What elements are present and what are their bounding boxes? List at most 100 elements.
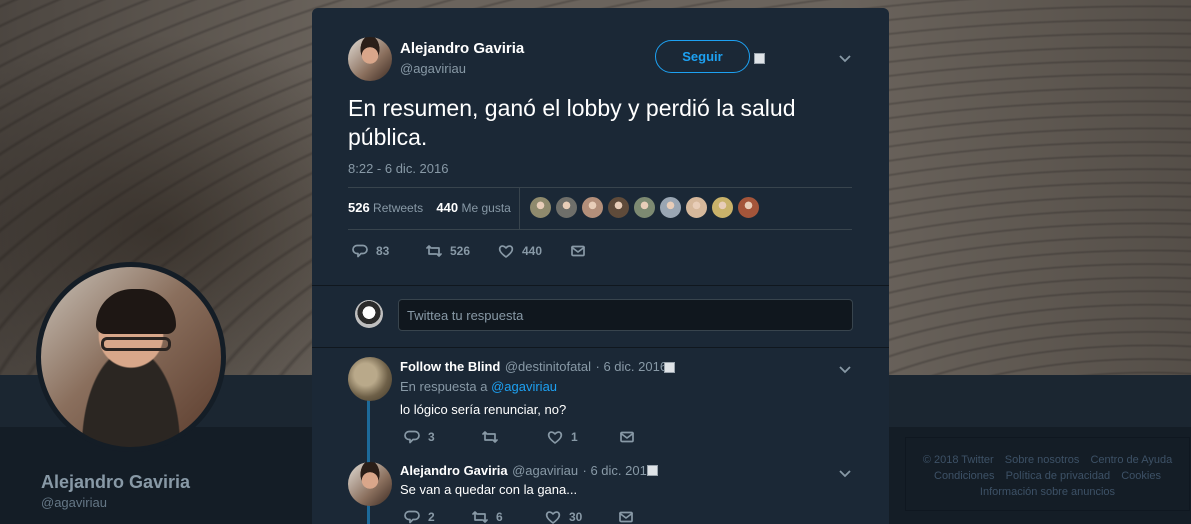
like-action[interactable]: 1 <box>547 429 619 445</box>
liker-avatar[interactable] <box>555 196 578 219</box>
heart-icon <box>498 245 514 258</box>
liker-avatar[interactable] <box>581 196 604 219</box>
reply-to-handle-link[interactable]: @agaviriau <box>491 379 557 394</box>
like-action[interactable]: 440 <box>498 243 570 259</box>
retweet-icon <box>472 511 488 523</box>
reply-action[interactable]: 2 <box>404 509 472 524</box>
direct-message-action[interactable] <box>618 509 634 524</box>
retweet-action[interactable]: 6 <box>472 509 545 524</box>
likers-avatars <box>529 196 760 219</box>
thread-line <box>367 400 370 470</box>
tweet-text: En resumen, ganó el lobby y perdió la sa… <box>348 95 796 150</box>
envelope-icon <box>619 511 633 523</box>
author-avatar[interactable] <box>348 37 392 81</box>
broken-image-icon <box>647 465 658 476</box>
reply-author-avatar[interactable] <box>348 357 392 401</box>
retweets-count: 526 <box>348 200 370 215</box>
replies-separator <box>312 347 889 348</box>
direct-message-action[interactable] <box>619 429 635 445</box>
retweet-count: 526 <box>450 244 471 258</box>
reply-icon <box>352 244 368 258</box>
chevron-down-icon[interactable] <box>839 467 851 481</box>
tweet-stats: 526 Retweets 440 Me gusta <box>348 200 511 215</box>
reply-header: Alejandro Gaviria @agaviriau · 6 dic. 20… <box>400 462 654 480</box>
retweet-count: 6 <box>496 510 503 524</box>
reply-date[interactable]: · 6 dic. 2016 <box>583 463 655 478</box>
reply-text: lo lógico sería renunciar, no? <box>400 402 567 417</box>
liker-avatar[interactable] <box>633 196 656 219</box>
footer-link-copyright: © 2018 Twitter <box>922 454 994 466</box>
reply-author-avatar[interactable] <box>348 462 392 506</box>
reply-author-handle[interactable]: @agaviriau <box>512 463 578 478</box>
chevron-down-icon[interactable] <box>839 363 851 377</box>
footer-links: © 2018 Twitter Sobre nosotros Centro de … <box>905 437 1190 511</box>
retweets-label: Retweets <box>373 201 424 215</box>
profile-name[interactable]: Alejandro Gaviria <box>41 472 190 493</box>
tweet-author-name[interactable]: Alejandro Gaviria <box>400 40 524 57</box>
reply-date[interactable]: · 6 dic. 2016 <box>596 359 668 374</box>
footer-link-help-center[interactable]: Centro de Ayuda <box>1090 454 1172 466</box>
avatar-hair-shape <box>96 289 176 334</box>
stats-vertical-divider <box>519 188 520 229</box>
reply-icon <box>404 430 420 444</box>
thread-line <box>367 505 370 524</box>
retweet-action[interactable] <box>482 429 547 445</box>
tweet-actions: 83 526 440 <box>352 243 586 259</box>
direct-message-action[interactable] <box>570 243 586 259</box>
tweet-timestamp[interactable]: 8:22 - 6 dic. 2016 <box>348 161 448 176</box>
follow-button[interactable]: Seguir <box>655 40 750 73</box>
retweet-icon <box>426 245 442 257</box>
retweets-stat[interactable]: 526 Retweets <box>348 200 424 215</box>
reply-count: 3 <box>428 430 435 444</box>
liker-avatar[interactable] <box>685 196 708 219</box>
reply-input[interactable]: Twittea tu respuesta <box>398 299 853 331</box>
footer-link-privacy[interactable]: Política de privacidad <box>1006 470 1111 482</box>
avatar-glasses-shape <box>101 337 171 351</box>
reply-count: 2 <box>428 510 435 524</box>
envelope-icon <box>620 431 634 443</box>
reply-context: En respuesta a @agaviriau <box>400 379 557 394</box>
reply-author-name[interactable]: Alejandro Gaviria <box>400 463 508 478</box>
liker-avatar[interactable] <box>607 196 630 219</box>
reply-action[interactable]: 3 <box>404 429 482 445</box>
likes-label: Me gusta <box>461 201 511 215</box>
tweet-author-handle[interactable]: @agaviriau <box>400 61 466 76</box>
retweet-icon <box>482 431 498 443</box>
chevron-down-icon[interactable] <box>839 52 851 66</box>
reply-header: Follow the Blind @destinitofatal · 6 dic… <box>400 358 667 376</box>
liker-avatar[interactable] <box>659 196 682 219</box>
like-action[interactable]: 30 <box>545 509 618 524</box>
like-count: 440 <box>522 244 543 258</box>
reply-to-prefix: En respuesta a <box>400 379 488 394</box>
broken-image-icon <box>664 362 675 373</box>
footer-link-ads-info[interactable]: Información sobre anuncios <box>980 486 1115 498</box>
footer-link-terms[interactable]: Condiciones <box>934 470 995 482</box>
envelope-icon <box>571 245 585 257</box>
profile-avatar[interactable] <box>36 262 226 452</box>
heart-icon <box>547 431 563 444</box>
liker-avatar[interactable] <box>529 196 552 219</box>
reply-action[interactable]: 83 <box>352 243 426 259</box>
like-count: 1 <box>571 430 578 444</box>
broken-image-icon <box>754 53 765 64</box>
footer-link-about[interactable]: Sobre nosotros <box>1005 454 1080 466</box>
reply-text: Se van a quedar con la gana... <box>400 482 578 497</box>
reply-count: 83 <box>376 244 390 258</box>
current-user-avatar[interactable] <box>355 300 383 328</box>
likes-count: 440 <box>436 200 459 215</box>
retweet-action[interactable]: 526 <box>426 243 498 259</box>
stats-top-divider <box>348 187 852 188</box>
liker-avatar[interactable] <box>711 196 734 219</box>
reply-author-name[interactable]: Follow the Blind <box>400 359 500 374</box>
reply-icon <box>404 510 420 524</box>
profile-handle[interactable]: @agaviriau <box>41 495 107 510</box>
reply-actions: 2 6 30 <box>404 509 634 524</box>
liker-avatar[interactable] <box>737 196 760 219</box>
footer-link-cookies[interactable]: Cookies <box>1121 470 1161 482</box>
reply-actions: 3 1 <box>404 429 635 445</box>
reply-composer: Twittea tu respuesta <box>312 286 889 348</box>
reply-author-handle[interactable]: @destinitofatal <box>505 359 591 374</box>
stats-bottom-divider <box>348 229 852 230</box>
likes-stat[interactable]: 440 Me gusta <box>436 200 511 215</box>
tweet-modal: Alejandro Gaviria @agaviriau Seguir En r… <box>312 8 889 524</box>
